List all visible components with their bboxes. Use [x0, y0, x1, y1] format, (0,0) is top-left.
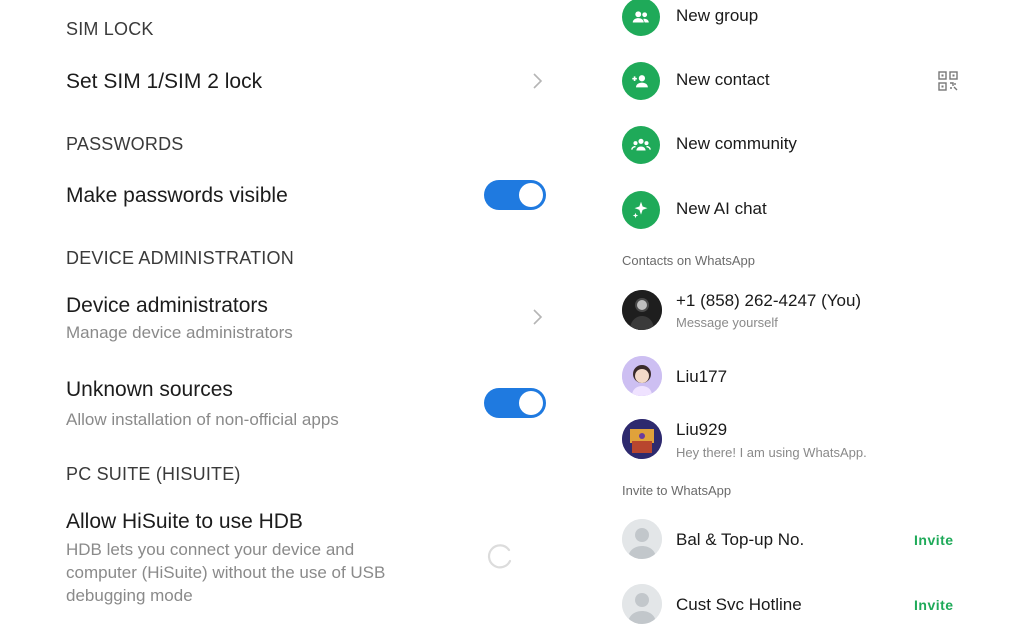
chevron-right-icon	[530, 308, 544, 325]
section-device-administration: DEVICE ADMINISTRATION	[66, 248, 294, 268]
chevron-right-icon	[530, 72, 544, 89]
new-group-label: New group	[676, 6, 759, 25]
community-icon	[622, 126, 660, 164]
invite-row[interactable]: Bal & Top-up No. Invite	[622, 515, 1022, 563]
passwords-visible-toggle[interactable]	[484, 180, 546, 210]
avatar	[622, 419, 662, 459]
hisuite-desc-line2: computer (HiSuite) without the use of US…	[66, 563, 386, 582]
unknown-sources-toggle[interactable]	[484, 388, 546, 418]
hisuite-desc-line3: debugging mode	[66, 586, 193, 605]
device-administrators-label: Device administrators	[66, 294, 268, 317]
avatar	[622, 356, 662, 396]
group-icon	[622, 0, 660, 36]
unknown-sources-label: Unknown sources	[66, 378, 233, 401]
invite-section-header: Invite to WhatsApp	[622, 483, 732, 498]
avatar	[622, 290, 662, 330]
contact-name: Liu177	[676, 367, 728, 386]
contact-status: Hey there! I am using WhatsApp.	[676, 445, 867, 460]
contact-row-self[interactable]: +1 (858) 262-4247 (You) Message yourself	[622, 286, 1022, 334]
settings-pane: SIM LOCK Set SIM 1/SIM 2 lock PASSWORDS …	[0, 0, 600, 623]
new-community-item[interactable]: New community	[622, 120, 1022, 170]
add-contact-icon	[622, 62, 660, 100]
passwords-row: Make passwords visible	[0, 172, 600, 220]
passwords-label: Make passwords visible	[66, 184, 288, 207]
contacts-section-header: Contacts on WhatsApp	[622, 253, 755, 268]
default-avatar-icon	[622, 519, 662, 559]
whatsapp-new-chat-pane: New group New contact New community New …	[600, 0, 1024, 624]
section-pc-suite: PC SUITE (HISUITE)	[66, 464, 241, 484]
invite-button[interactable]: Invite	[914, 532, 954, 548]
sim-lock-row[interactable]: Set SIM 1/SIM 2 lock	[0, 56, 600, 108]
qr-code-icon[interactable]	[938, 71, 958, 91]
contact-name: Liu929	[676, 420, 728, 439]
ai-sparkle-icon	[622, 191, 660, 229]
unknown-sources-row: Unknown sources Allow installation of no…	[0, 370, 600, 434]
new-contact-label: New contact	[676, 70, 770, 89]
section-passwords: PASSWORDS	[66, 134, 184, 154]
default-avatar-icon	[622, 584, 662, 624]
new-ai-chat-item[interactable]: New AI chat	[622, 185, 1022, 235]
contact-status: Message yourself	[676, 315, 778, 330]
section-sim-lock: SIM LOCK	[66, 19, 154, 39]
new-contact-item[interactable]: New contact	[622, 56, 1022, 106]
new-ai-chat-label: New AI chat	[676, 199, 767, 218]
invite-button[interactable]: Invite	[914, 597, 954, 613]
contact-row-liu929[interactable]: Liu929 Hey there! I am using WhatsApp.	[622, 415, 1022, 463]
new-group-item[interactable]: New group	[622, 0, 1022, 42]
hisuite-label: Allow HiSuite to use HDB	[66, 510, 303, 533]
device-administrators-row[interactable]: Device administrators Manage device admi…	[0, 286, 600, 350]
unknown-sources-desc: Allow installation of non-official apps	[66, 410, 339, 429]
invite-row[interactable]: Cust Svc Hotline Invite	[622, 580, 1022, 628]
new-community-label: New community	[676, 134, 797, 153]
contact-name: +1 (858) 262-4247 (You)	[676, 291, 862, 310]
contact-name: Bal & Top-up No.	[676, 530, 805, 549]
loading-spinner-icon	[483, 541, 515, 573]
contact-row-liu177[interactable]: Liu177	[622, 352, 1022, 400]
contact-name: Cust Svc Hotline	[676, 595, 802, 614]
sim-lock-label: Set SIM 1/SIM 2 lock	[66, 70, 263, 93]
hisuite-desc-line1: HDB lets you connect your device and	[66, 540, 355, 559]
device-administrators-desc: Manage device administrators	[66, 323, 293, 342]
